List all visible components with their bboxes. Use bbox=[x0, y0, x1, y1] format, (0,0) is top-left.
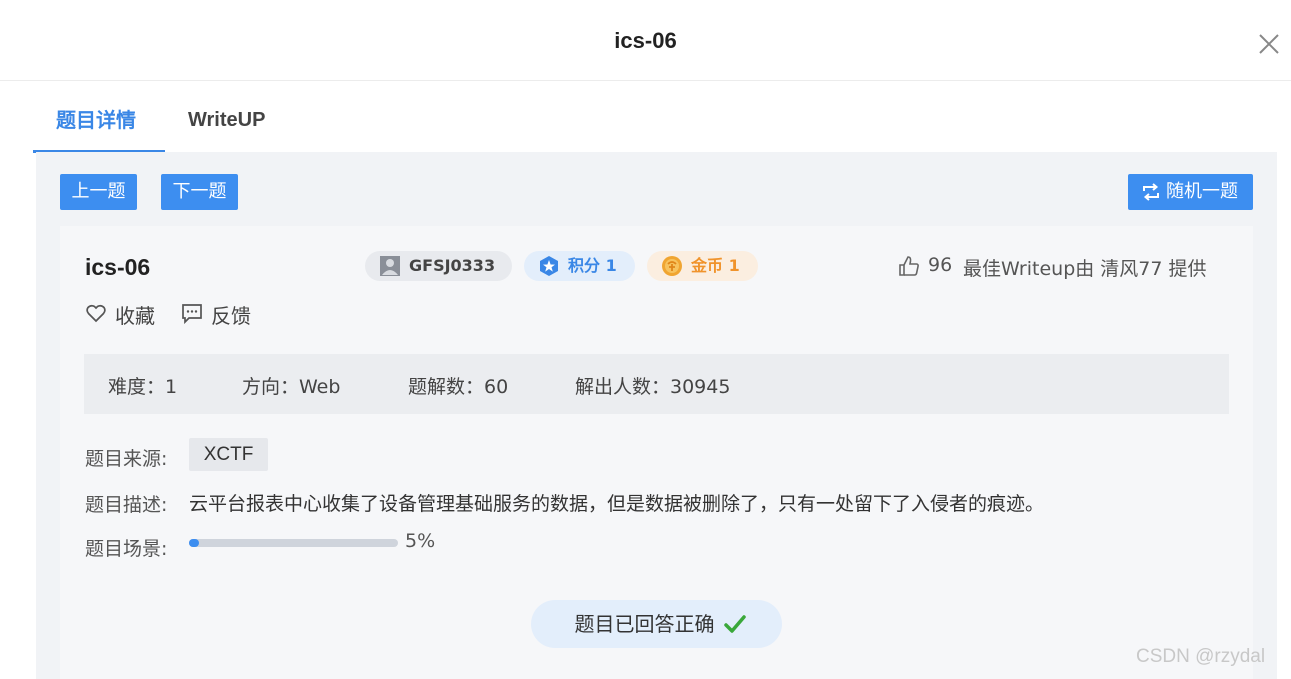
gold-badge: 金币 1 bbox=[647, 251, 758, 281]
avatar-icon bbox=[379, 255, 401, 277]
source-tag: XCTF bbox=[189, 438, 268, 471]
score-badge: 积分 1 bbox=[524, 251, 635, 281]
random-challenge-button[interactable]: 随机一题 bbox=[1128, 174, 1253, 210]
solvers-stat: 解出人数：30945 bbox=[575, 376, 731, 398]
difficulty-stat: 难度：1 bbox=[108, 376, 178, 398]
favorite-button[interactable]: 收藏 bbox=[85, 300, 165, 328]
challenge-id: GFSJ0333 bbox=[409, 256, 496, 275]
next-challenge-button[interactable]: 下一题 bbox=[161, 174, 238, 210]
challenge-description: 云平台报表中心收集了设备管理基础服务的数据，但是数据被删除了，只有一处留下了入侵… bbox=[189, 493, 1045, 515]
writeup-credit[interactable]: 最佳Writeup由 清风77 提供 bbox=[963, 254, 1207, 281]
like-count: 96 bbox=[928, 254, 953, 276]
swap-icon bbox=[1143, 183, 1159, 201]
description-label: 题目描述: bbox=[85, 494, 168, 516]
challenge-panel: 上一题 下一题 随机一题 ics-06 GFSJ0333 积分 1 金币 1 9… bbox=[36, 152, 1277, 679]
coin-icon bbox=[661, 255, 683, 277]
tab-writeup[interactable]: WriteUP bbox=[165, 96, 288, 153]
prev-challenge-button[interactable]: 上一题 bbox=[60, 174, 137, 210]
challenge-name: ics-06 bbox=[85, 254, 151, 280]
score-value: 积分 1 bbox=[568, 256, 617, 275]
favorite-label: 收藏 bbox=[115, 304, 155, 328]
star-shield-icon bbox=[538, 255, 560, 277]
feedback-icon bbox=[182, 304, 202, 324]
challenge-card: ics-06 GFSJ0333 积分 1 金币 1 96 最佳Writeup由 … bbox=[60, 226, 1253, 679]
dialog-title: ics-06 bbox=[614, 28, 677, 53]
answered-status: 题目已回答正确 bbox=[531, 600, 782, 648]
heart-icon bbox=[86, 304, 106, 323]
scene-progress-text: 5% bbox=[405, 530, 436, 552]
tab-details[interactable]: 题目详情 bbox=[33, 96, 165, 153]
direction-stat: 方向：Web bbox=[242, 376, 341, 398]
scene-label: 题目场景: bbox=[85, 538, 168, 560]
source-label: 题目来源: bbox=[85, 448, 168, 470]
challenge-id-badge: GFSJ0333 bbox=[365, 251, 512, 281]
close-icon[interactable] bbox=[1256, 31, 1282, 57]
tab-bar: 题目详情 WriteUP bbox=[33, 96, 1277, 153]
gold-value: 金币 1 bbox=[691, 256, 740, 275]
dialog-header: ics-06 bbox=[0, 0, 1291, 81]
stats-bar: 难度：1 方向：Web 题解数：60 解出人数：30945 bbox=[84, 354, 1229, 414]
feedback-label: 反馈 bbox=[211, 304, 251, 328]
feedback-button[interactable]: 反馈 bbox=[181, 300, 261, 328]
check-icon bbox=[724, 615, 746, 633]
challenge-dialog: ics-06 题目详情 WriteUP 上一题 下一题 随机一题 ics-06 bbox=[0, 0, 1291, 679]
random-challenge-label: 随机一题 bbox=[1166, 181, 1238, 202]
scene-progress-bar bbox=[189, 539, 398, 547]
watermark: CSDN @rzydal bbox=[1136, 646, 1266, 667]
thumbs-up-icon[interactable] bbox=[898, 255, 920, 277]
answered-text: 题目已回答正确 bbox=[574, 612, 715, 636]
scene-progress-fill bbox=[189, 539, 200, 547]
solves-stat: 题解数：60 bbox=[408, 376, 509, 398]
